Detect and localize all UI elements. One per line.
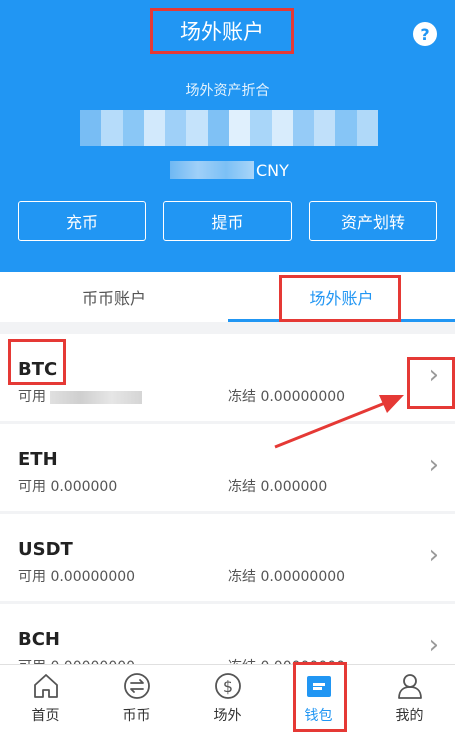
nav-label: 场外 xyxy=(213,708,242,724)
dollar-icon: $ xyxy=(214,673,241,699)
nav-coin[interactable]: 币币 xyxy=(91,665,182,732)
svg-text:$: $ xyxy=(222,677,232,696)
nav-label: 我的 xyxy=(395,708,424,724)
user-icon xyxy=(397,674,422,699)
nav-label: 首页 xyxy=(31,708,60,724)
nav-home[interactable]: 首页 xyxy=(0,665,91,732)
bottom-nav: 首页 币币 $ 场外 钱包 我的 xyxy=(0,664,455,732)
nav-otc[interactable]: $ 场外 xyxy=(182,665,273,732)
nav-mine[interactable]: 我的 xyxy=(364,665,455,732)
nav-label: 币币 xyxy=(122,708,151,724)
highlight-box-wallet xyxy=(293,662,347,732)
exchange-icon xyxy=(123,673,150,699)
annotation-arrow xyxy=(274,395,404,449)
home-icon xyxy=(33,674,58,698)
